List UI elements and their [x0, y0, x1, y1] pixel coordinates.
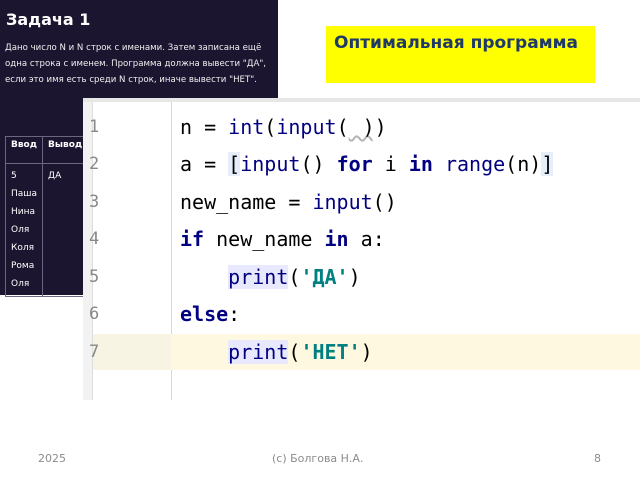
code-token: ) — [348, 265, 361, 289]
code-line-7[interactable]: print('НЕТ') — [180, 340, 373, 364]
io-input-line: Оля — [11, 225, 30, 235]
line-number: 1 — [89, 117, 100, 137]
io-output-lines: ДА — [48, 167, 82, 185]
title-callout: Оптимальная программа — [326, 26, 595, 83]
slide-number: 8 — [594, 452, 601, 465]
code-token-function: range — [444, 152, 506, 176]
line-number: 5 — [89, 267, 100, 287]
code-token: new_name — [204, 227, 325, 251]
code-token-bracket: ] — [541, 152, 554, 176]
code-token: ( — [336, 115, 349, 139]
code-token-string: 'НЕТ' — [300, 340, 361, 364]
task-title: Задача 1 — [6, 10, 91, 29]
code-token: i — [372, 152, 409, 176]
code-token-function: input — [240, 152, 301, 176]
io-input-line: Нина — [11, 207, 36, 217]
footer-year: 2025 — [38, 452, 66, 465]
callout-title: Оптимальная программа — [334, 33, 578, 53]
io-output-cell: ДА — [42, 163, 89, 297]
code-token: ( — [505, 152, 518, 176]
line-number: 6 — [89, 304, 100, 324]
io-input-lines: 5 Паша Нина Оля Коля Рома Оля — [11, 167, 37, 293]
code-line-1[interactable]: n = int(input( )) — [180, 115, 387, 139]
footer-author: (с) Болгова Н.А. — [272, 452, 364, 465]
code-token: ) — [529, 152, 542, 176]
code-token-function: input — [276, 115, 337, 139]
io-table: Ввод Вывод 5 Паша Нина Оля Коля Рома Оля… — [4, 136, 89, 297]
code-token-function: print — [228, 340, 289, 364]
code-line-5[interactable]: print('ДА') — [180, 265, 361, 289]
line-number: 3 — [89, 192, 100, 212]
code-line-3[interactable]: new_name = input() — [180, 190, 397, 214]
code-token: ( — [264, 115, 277, 139]
code-token-keyword: else — [180, 302, 229, 326]
code-line-4[interactable]: if new_name in a: — [180, 227, 385, 251]
io-input-line: Паша — [11, 189, 38, 199]
code-token: new_name = — [180, 190, 313, 214]
code-token: n = — [180, 115, 229, 139]
code-token-keyword: in — [408, 152, 433, 176]
task-description: Дано число N и N строк с именами. Затем … — [5, 43, 267, 85]
code-token: () — [300, 152, 337, 176]
line-number: 4 — [89, 229, 100, 249]
code-token-string: 'ДА' — [300, 265, 349, 289]
code-token: a = — [180, 152, 229, 176]
lint-warning-squiggle — [349, 115, 363, 139]
line-number: 7 — [89, 342, 100, 362]
code-token: ( — [288, 340, 301, 364]
code-line-2[interactable]: a = [input() for i in range(n)] — [180, 152, 554, 176]
code-token: ( — [288, 265, 301, 289]
io-input-line: 5 — [11, 171, 17, 181]
io-header-input: Ввод — [4, 136, 44, 164]
code-token: : — [228, 302, 241, 326]
io-input-line: Оля — [11, 279, 30, 289]
code-token-keyword: if — [180, 227, 205, 251]
code-token-keyword: for — [336, 152, 373, 176]
line-number-gutter — [93, 102, 172, 400]
io-output-line: ДА — [48, 171, 62, 181]
code-token: () — [372, 190, 397, 214]
code-token: a: — [348, 227, 385, 251]
io-input-cell: 5 Паша Нина Оля Коля Рома Оля — [4, 163, 44, 297]
code-token: ) — [360, 340, 373, 364]
code-editor[interactable]: 1 2 3 4 5 6 7 n = int(input( )) a = [inp… — [83, 98, 640, 400]
io-input-line: Рома — [11, 261, 35, 271]
code-token: n — [517, 152, 530, 176]
code-token-bracket: [ — [228, 152, 241, 176]
code-token: )) — [362, 115, 387, 139]
line-number: 2 — [89, 154, 100, 174]
code-token-function: input — [312, 190, 373, 214]
code-token-keyword: in — [324, 227, 349, 251]
code-token-function: int — [228, 115, 265, 139]
io-header-output: Вывод — [42, 136, 89, 164]
code-token-function: print — [228, 265, 289, 289]
io-input-line: Коля — [11, 243, 35, 253]
code-line-6[interactable]: else: — [180, 302, 240, 326]
